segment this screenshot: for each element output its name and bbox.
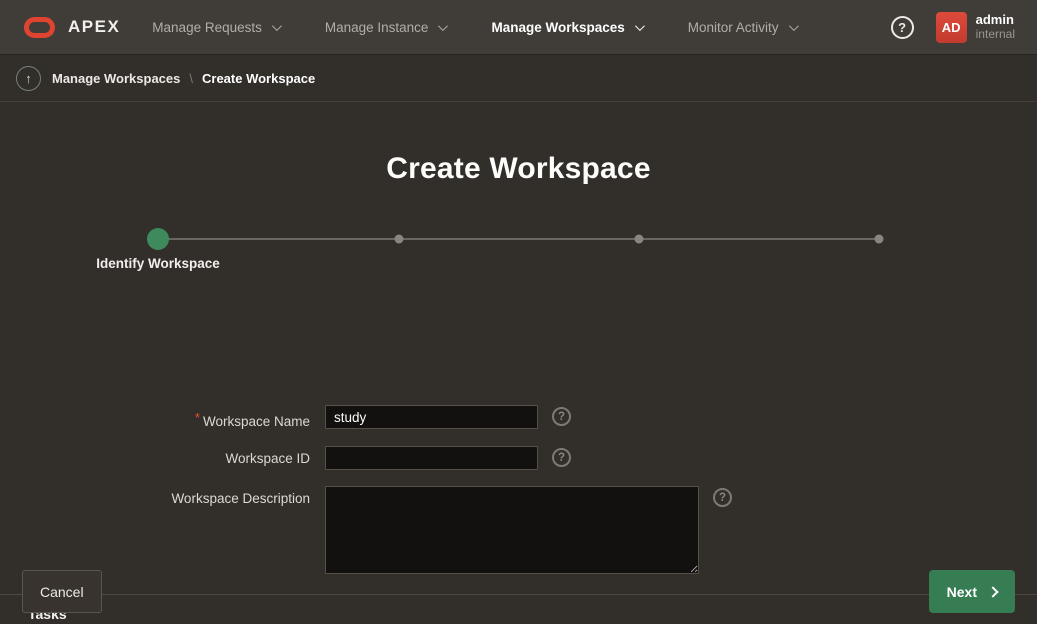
wizard-step-3	[634, 235, 643, 244]
form-row-workspace-description: Workspace Description ?	[0, 486, 1037, 574]
menu-monitor-activity[interactable]: Monitor Activity	[688, 20, 796, 35]
menu-manage-instance-label: Manage Instance	[325, 20, 429, 35]
up-arrow-icon[interactable]: ↑	[16, 66, 41, 91]
brand-name: APEX	[68, 17, 120, 37]
wizard-track	[158, 238, 879, 240]
cancel-button[interactable]: Cancel	[22, 570, 102, 613]
form-row-workspace-name: *Workspace Name ?	[0, 405, 1037, 430]
breadcrumb: ↑ Manage Workspaces \ Create Workspace	[0, 55, 1037, 102]
user-name: admin	[976, 13, 1015, 28]
chevron-down-icon	[635, 21, 645, 31]
menu-manage-instance[interactable]: Manage Instance	[325, 20, 446, 35]
user-menu[interactable]: admin internal	[976, 13, 1015, 42]
wizard-step-1-current	[147, 228, 169, 250]
main-menu: Manage Requests Manage Instance Manage W…	[152, 20, 890, 35]
wizard-step-4	[875, 235, 884, 244]
workspace-name-input[interactable]	[325, 405, 538, 429]
workspace-id-input[interactable]	[325, 446, 538, 470]
help-glyph: ?	[898, 20, 906, 35]
avatar-initials: AD	[942, 20, 961, 35]
wizard-step-label: Identify Workspace	[96, 256, 220, 271]
menu-monitor-activity-label: Monitor Activity	[688, 20, 779, 35]
workspace-name-help-icon[interactable]: ?	[552, 407, 571, 426]
next-button[interactable]: Next	[929, 570, 1015, 613]
workspace-description-help-icon[interactable]: ?	[713, 488, 732, 507]
menu-manage-requests-label: Manage Requests	[152, 20, 262, 35]
breadcrumb-separator: \	[189, 71, 193, 86]
workspace-name-label: *Workspace Name	[0, 405, 310, 430]
breadcrumb-parent-link[interactable]: Manage Workspaces	[52, 71, 180, 86]
menu-manage-requests[interactable]: Manage Requests	[152, 20, 279, 35]
workspace-description-label: Workspace Description	[0, 486, 310, 507]
workspace-form: *Workspace Name ? Workspace ID ? Workspa…	[0, 405, 1037, 590]
header-right: ? AD admin internal	[891, 12, 1015, 43]
required-marker: *	[195, 410, 200, 425]
wizard-step-2	[394, 235, 403, 244]
brand[interactable]: APEX	[24, 17, 120, 38]
form-row-workspace-id: Workspace ID ?	[0, 446, 1037, 470]
menu-manage-workspaces[interactable]: Manage Workspaces	[491, 20, 641, 35]
user-realm: internal	[976, 28, 1015, 42]
oracle-logo-icon	[24, 17, 55, 38]
workspace-description-textarea[interactable]	[325, 486, 699, 574]
workspace-id-help-icon[interactable]: ?	[552, 448, 571, 467]
main-content: Create Workspace Identify Workspace *Wor…	[0, 102, 1037, 623]
workspace-id-label: Workspace ID	[0, 446, 310, 467]
chevron-right-icon	[987, 586, 998, 597]
avatar[interactable]: AD	[936, 12, 967, 43]
breadcrumb-current: Create Workspace	[202, 71, 315, 86]
top-nav-bar: APEX Manage Requests Manage Instance Man…	[0, 0, 1037, 55]
wizard-buttons: Cancel Next	[22, 570, 1015, 613]
menu-manage-workspaces-label: Manage Workspaces	[491, 20, 624, 35]
chevron-down-icon	[272, 21, 282, 31]
chevron-down-icon	[789, 21, 799, 31]
page-title: Create Workspace	[0, 102, 1037, 186]
chevron-down-icon	[438, 21, 448, 31]
help-icon[interactable]: ?	[891, 16, 914, 39]
